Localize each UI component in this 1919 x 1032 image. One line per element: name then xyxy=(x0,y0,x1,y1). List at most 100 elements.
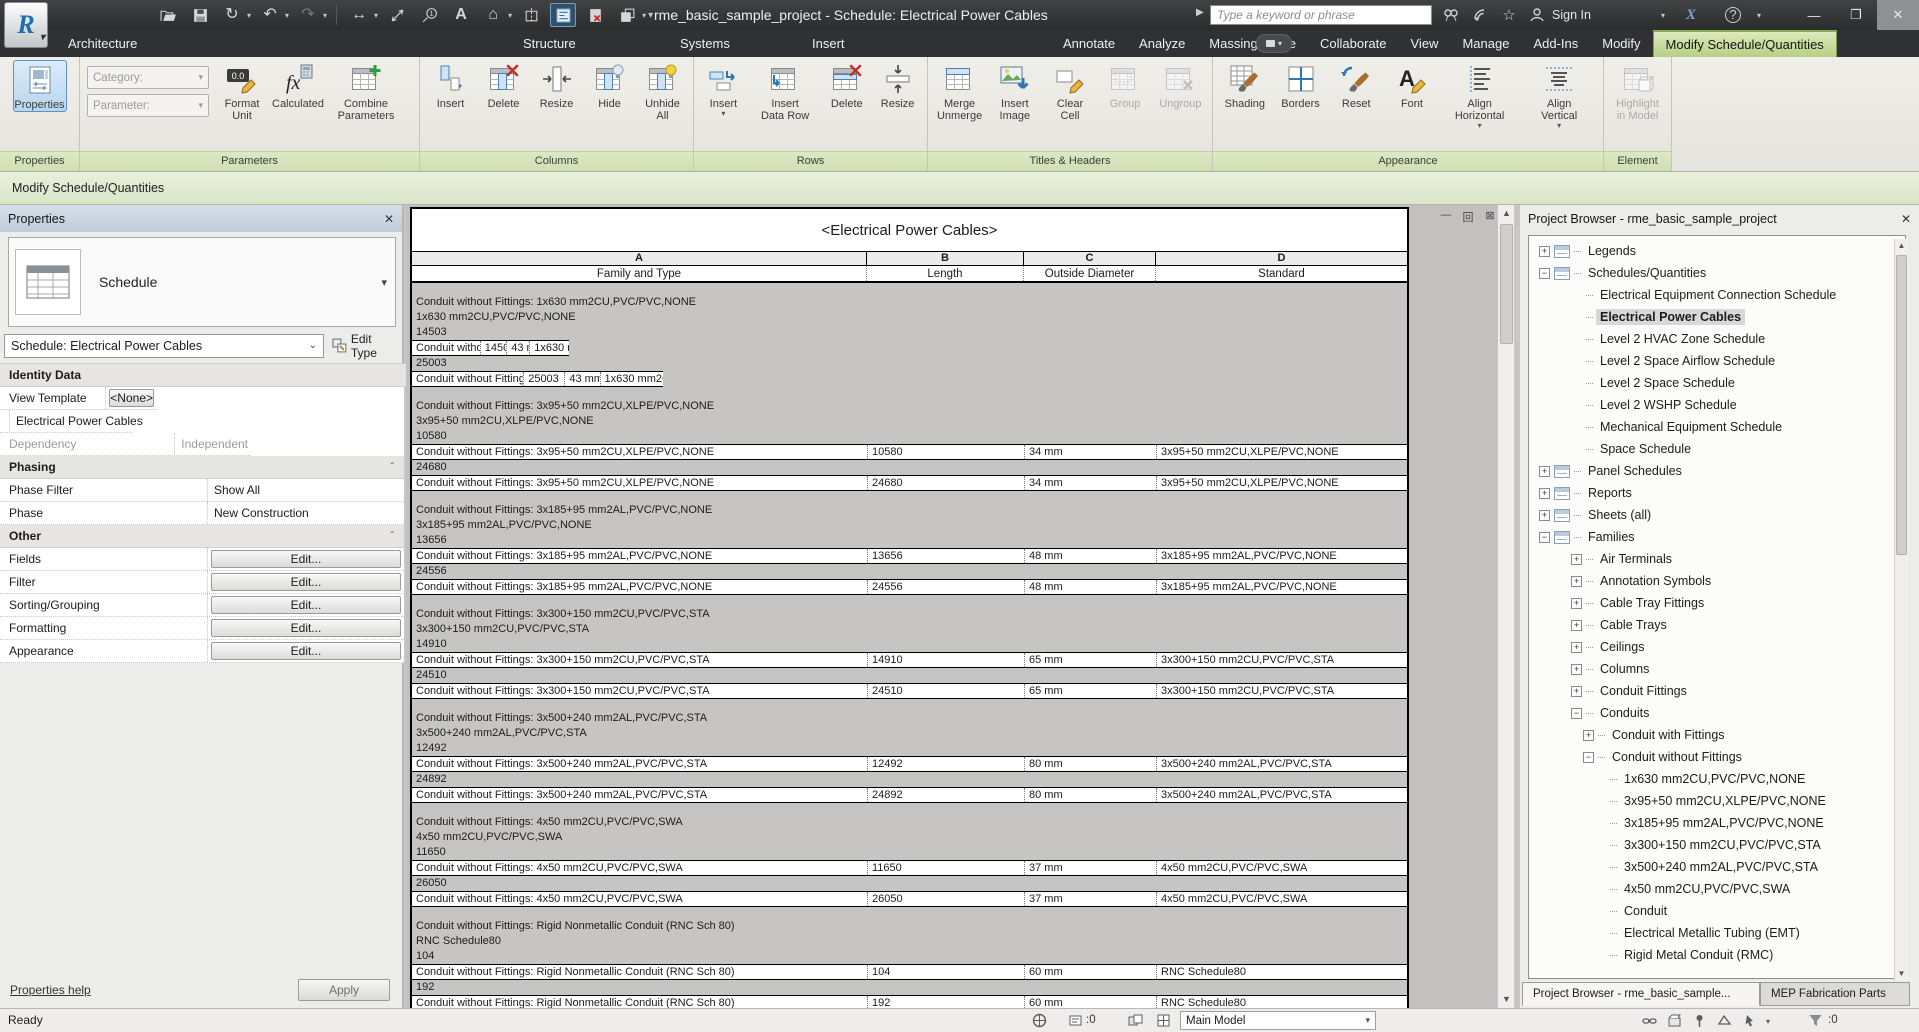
tree-item[interactable]: Level 2 WSHP Schedule xyxy=(1529,394,1905,416)
cell-family-and-type[interactable]: Conduit without Fittings: Rigid Nonmetal… xyxy=(412,965,867,979)
cell-outside-diameter[interactable]: 48 mm xyxy=(1024,580,1156,594)
property-row[interactable]: Identity Data ˆ xyxy=(0,364,455,387)
cell-family-and-type[interactable]: Conduit without Fittings: Rigid Nonmetal… xyxy=(412,996,867,1008)
expander-icon[interactable]: − xyxy=(1571,707,1582,719)
property-value[interactable]: Edit... xyxy=(207,548,404,570)
group-header-row[interactable]: Conduit without Fittings: 3x185+95 mm2AL… xyxy=(412,491,1407,548)
expander-icon[interactable]: + xyxy=(1571,575,1582,587)
cell-family-and-type[interactable]: Conduit without Fittings: 4x50 mm2CU,PVC… xyxy=(412,892,867,906)
group-header-row[interactable]: Conduit without Fittings: 3x300+150 mm2C… xyxy=(412,595,1407,652)
tree-item[interactable]: Electrical Power Cables xyxy=(1529,306,1780,328)
tree-item[interactable]: + Panel Schedules xyxy=(1529,460,1905,482)
ribbon-tab[interactable]: Systems xyxy=(668,30,800,57)
sign-in-avatar-icon[interactable] xyxy=(1526,5,1548,25)
cell-length[interactable]: 13656 xyxy=(867,549,1024,563)
selection-filter-icon[interactable] xyxy=(1808,1013,1824,1029)
properties-toggle-button[interactable]: Properties xyxy=(12,60,67,112)
sign-in-dropdown-icon[interactable]: ▾ xyxy=(1652,5,1674,25)
tree-item[interactable]: + Conduit with Fittings xyxy=(1529,724,1905,746)
merge-unmerge-button[interactable]: Merge Unmerge xyxy=(933,60,986,122)
cell-length[interactable]: 14910 xyxy=(867,653,1024,667)
tree-item-label[interactable]: Air Terminals xyxy=(1596,551,1676,567)
tree-item[interactable]: 3x300+150 mm2CU,PVC/PVC,STA xyxy=(1529,834,1905,856)
cell-standard[interactable]: 3x95+50 mm2CU,XLPE/PVC,NONE xyxy=(1156,476,1407,490)
help-dropdown-icon[interactable]: ▾ xyxy=(1748,5,1770,25)
expander-icon[interactable]: − xyxy=(1539,531,1550,543)
align-horizontal-button[interactable]: Align Horizontal ▾ xyxy=(1441,60,1519,130)
group-button[interactable]: Group xyxy=(1099,60,1152,110)
cell-standard[interactable]: 4x50 mm2CU,PVC/PVC,SWA xyxy=(1156,892,1407,906)
collapse-icon[interactable]: ˆ xyxy=(391,462,394,473)
collapse-icon[interactable]: ˆ xyxy=(391,531,394,542)
aligned-dimension-icon[interactable] xyxy=(384,3,410,27)
column-letter[interactable]: C xyxy=(1024,252,1156,265)
panel-label-appearance[interactable]: Appearance xyxy=(1213,151,1603,171)
resize-column-button[interactable]: Resize xyxy=(531,60,582,110)
delete-column-button[interactable]: Delete xyxy=(478,60,529,110)
expander-icon[interactable]: + xyxy=(1571,641,1582,653)
cell-family-and-type[interactable]: Conduit without Fittings: 4x50 mm2CU,PVC… xyxy=(412,861,867,875)
restore-view-icon[interactable]: 回 xyxy=(1461,209,1475,225)
properties-help-link[interactable]: Properties help xyxy=(10,983,91,997)
sign-in-button[interactable]: Sign In xyxy=(1552,0,1591,30)
property-row[interactable]: Formatting Edit... ˆ xyxy=(0,617,404,640)
tree-item-label[interactable]: 3x185+95 mm2AL,PVC/PVC,NONE xyxy=(1620,815,1828,831)
ribbon-tab[interactable]: Architecture xyxy=(56,30,511,57)
3d-view-dropdown-icon[interactable]: ▾ xyxy=(508,11,512,20)
search-expand-icon[interactable]: ▶ xyxy=(1196,7,1204,18)
editing-requests-icon[interactable] xyxy=(1068,1013,1084,1029)
tree-item[interactable]: Electrical Equipment Connection Schedule xyxy=(1529,284,1836,306)
column-header[interactable]: Family and Type xyxy=(412,266,867,281)
property-value[interactable]: Edit... xyxy=(207,594,404,616)
panel-label-parameters[interactable]: Parameters xyxy=(80,151,419,171)
undo-dropdown-icon[interactable]: ▾ xyxy=(285,11,289,20)
expander-icon[interactable]: + xyxy=(1571,663,1582,675)
measure-dropdown-icon[interactable]: ▾ xyxy=(374,11,378,20)
tree-item-label[interactable]: Conduit without Fittings xyxy=(1608,749,1746,765)
resize-row-button[interactable]: Resize xyxy=(873,60,922,110)
tree-item[interactable]: + Columns xyxy=(1529,658,1905,680)
property-row[interactable]: Phase Filter Show All ˆ xyxy=(0,479,404,502)
tree-item[interactable]: Level 2 HVAC Zone Schedule xyxy=(1529,328,1905,350)
tree-item[interactable]: + Sheets (all) xyxy=(1529,504,1905,526)
cell-length[interactable]: 192 xyxy=(867,996,1024,1008)
clear-cell-button[interactable]: Clear Cell xyxy=(1043,60,1096,122)
group-subheader-row[interactable]: 26050 xyxy=(412,876,1407,891)
column-letter[interactable]: B xyxy=(867,252,1024,265)
group-subheader-row[interactable]: 192 xyxy=(412,980,1407,995)
tree-item-label[interactable]: Conduit xyxy=(1620,903,1671,919)
panel-label-properties[interactable]: Properties xyxy=(0,151,79,171)
scroll-up-icon[interactable]: ▲ xyxy=(1895,239,1908,253)
undo-icon[interactable]: ↶ xyxy=(257,3,283,27)
close-view-icon[interactable]: ⊠ xyxy=(1483,209,1497,225)
font-button[interactable]: A Font xyxy=(1385,60,1439,110)
communication-center-icon[interactable] xyxy=(1470,5,1492,25)
tree-item[interactable]: + Air Terminals xyxy=(1529,548,1905,570)
group-header-row[interactable]: Conduit without Fittings: 3x95+50 mm2CU,… xyxy=(412,387,1407,444)
property-value[interactable]: Edit... xyxy=(207,571,404,593)
property-row[interactable]: View Name Electrical Power Cables ˆ xyxy=(0,410,143,433)
category-dropdown[interactable]: Category: ▾ xyxy=(87,66,209,89)
tab-mep-fabrication-parts[interactable]: MEP Fabrication Parts xyxy=(1760,982,1910,1006)
tree-item[interactable]: − Conduit without Fittings xyxy=(1529,746,1905,768)
cell-outside-diameter[interactable]: 43 mm xyxy=(506,341,529,355)
tree-item-label[interactable]: Level 2 WSHP Schedule xyxy=(1596,397,1741,413)
tree-item[interactable]: Conduit xyxy=(1529,900,1905,922)
tree-item-label[interactable]: Space Schedule xyxy=(1596,441,1695,457)
tree-item[interactable]: Level 2 Space Schedule xyxy=(1529,372,1905,394)
property-value[interactable]: Show All xyxy=(207,479,404,501)
worksets-icon[interactable] xyxy=(1128,1013,1144,1029)
tree-item[interactable]: Level 2 Space Airflow Schedule xyxy=(1529,350,1905,372)
expander-icon[interactable]: + xyxy=(1571,553,1582,565)
tag-by-category-icon[interactable]: 1 xyxy=(416,3,442,27)
ribbon-tab[interactable]: Modify Schedule/Quantities xyxy=(1652,30,1837,57)
property-value[interactable]: <None> xyxy=(105,387,157,409)
tree-item-label[interactable]: Cable Tray Fittings xyxy=(1596,595,1708,611)
tree-item[interactable]: + Cable Trays xyxy=(1529,614,1905,636)
expander-icon[interactable]: + xyxy=(1571,597,1582,609)
tree-item[interactable]: + Annotation Symbols xyxy=(1529,570,1905,592)
cell-family-and-type[interactable]: Conduit without Fittings: 3x300+150 mm2C… xyxy=(412,684,867,698)
align-vertical-dropdown-icon[interactable]: ▾ xyxy=(1557,122,1561,130)
drag-on-selection-icon[interactable] xyxy=(1742,1013,1758,1029)
cell-standard[interactable]: 3x300+150 mm2CU,PVC/PVC,STA xyxy=(1156,653,1407,667)
